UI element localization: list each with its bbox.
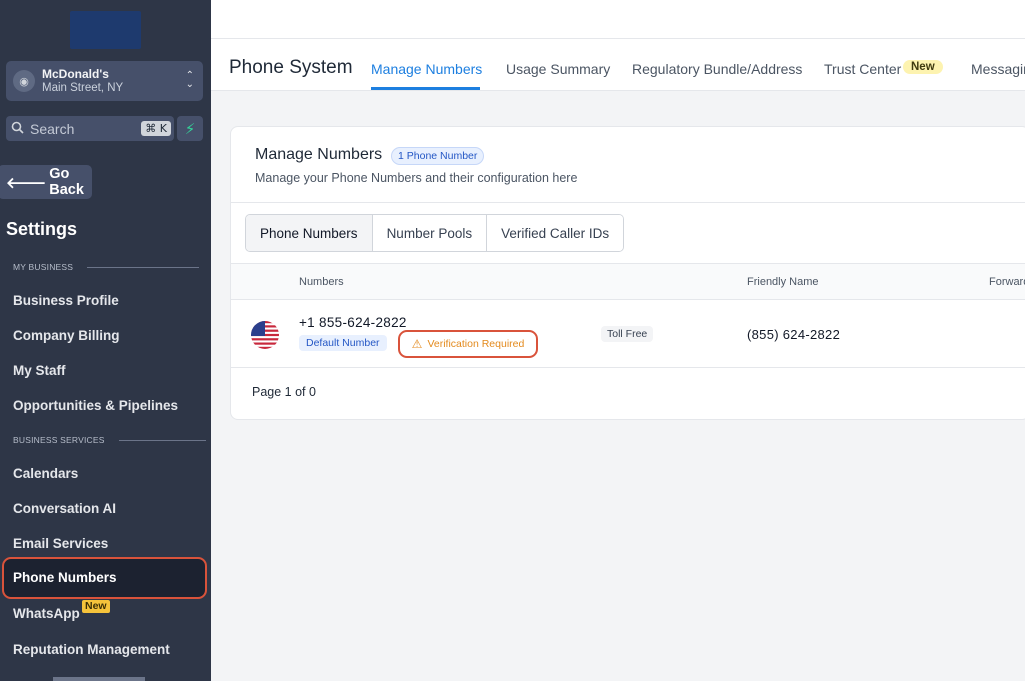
- column-numbers: Numbers: [299, 276, 344, 288]
- company-logo: [70, 11, 141, 49]
- sidebar-item-conversation-ai[interactable]: Conversation AI: [13, 501, 116, 516]
- search-icon: [11, 121, 27, 137]
- tab-manage-numbers[interactable]: Manage Numbers: [371, 61, 482, 77]
- top-bar: [211, 0, 1025, 39]
- go-back-label: Go Back: [49, 166, 84, 198]
- warning-icon: ⚠: [411, 337, 423, 351]
- chevron-updown-icon: ⌃ ⌄: [185, 70, 194, 90]
- phone-system-header: Phone System Manage Numbers Usage Summar…: [211, 39, 1025, 91]
- sidebar-item-reputation[interactable]: Reputation Management: [13, 642, 170, 657]
- sidebar-item-business-profile[interactable]: Business Profile: [13, 293, 119, 308]
- sidebar: ◉ McDonald's Main Street, NY ⌃ ⌄ Search ⌘…: [0, 0, 211, 681]
- tab-usage-summary[interactable]: Usage Summary: [506, 61, 610, 77]
- tab-verified-caller-ids[interactable]: Verified Caller IDs: [487, 215, 624, 251]
- verification-label: Verification Required: [427, 338, 525, 350]
- column-friendly-name: Friendly Name: [747, 276, 819, 288]
- default-number-badge: Default Number: [299, 335, 387, 351]
- sidebar-item-calendars[interactable]: Calendars: [13, 466, 78, 481]
- tab-phone-numbers[interactable]: Phone Numbers: [246, 215, 373, 251]
- sidebar-item-label: Phone Numbers: [13, 570, 117, 585]
- sidebar-item-phone-numbers[interactable]: Phone Numbers: [2, 557, 207, 599]
- section-business-services: BUSINESS SERVICES: [13, 435, 206, 445]
- sidebar-item-my-staff[interactable]: My Staff: [13, 363, 66, 378]
- arrow-left-icon: 🡐: [6, 174, 47, 192]
- pagination: Page 1 of 0: [252, 385, 316, 399]
- location-pin-icon: ◉: [13, 70, 35, 92]
- tab-number-pools[interactable]: Number Pools: [372, 215, 488, 251]
- phone-number: +1 855-624-2822: [299, 315, 407, 330]
- location-name: McDonald's: [42, 67, 109, 81]
- page-title: Phone System: [229, 57, 353, 78]
- table-row[interactable]: +1 855-624-2822 Default Number ⚠ Verific…: [231, 301, 1025, 368]
- settings-title: Settings: [6, 219, 78, 239]
- segment-tabs: Phone Numbers Number Pools Verified Call…: [245, 214, 625, 252]
- active-tab-indicator: [371, 87, 480, 90]
- search-placeholder: Search: [30, 120, 75, 137]
- sidebar-item-opportunities[interactable]: Opportunities & Pipelines: [13, 398, 178, 413]
- card-title: Manage Numbers: [255, 146, 383, 163]
- location-address: Main Street, NY: [42, 82, 124, 94]
- tab-trust-center[interactable]: Trust Center: [824, 61, 901, 77]
- sidebar-item-email-services[interactable]: Email Services: [13, 536, 108, 551]
- us-flag-icon: [251, 321, 279, 349]
- sidebar-scrollbar[interactable]: [53, 677, 145, 681]
- tab-messaging[interactable]: Messaging: [971, 61, 1025, 77]
- phone-count-badge: 1 Phone Number: [391, 147, 485, 165]
- table-header: Numbers Friendly Name Forwarding: [231, 263, 1025, 300]
- quick-actions-bolt-icon[interactable]: ⚡: [177, 116, 203, 141]
- tab-regulatory-bundle[interactable]: Regulatory Bundle/Address: [632, 61, 802, 77]
- whatsapp-new-badge: New: [82, 600, 110, 613]
- section-label: MY BUSINESS: [13, 262, 74, 272]
- column-forwarding: Forwarding: [989, 276, 1025, 288]
- divider: [231, 202, 1025, 203]
- sidebar-item-whatsapp[interactable]: WhatsApp: [13, 606, 80, 621]
- section-my-business: MY BUSINESS: [13, 262, 200, 272]
- go-back-button[interactable]: 🡐 Go Back: [0, 165, 92, 199]
- trust-center-new-badge: New: [903, 60, 943, 74]
- number-type-badge: Toll Free: [601, 326, 654, 342]
- search-box[interactable]: Search ⌘ K: [6, 116, 174, 141]
- card-subtitle: Manage your Phone Numbers and their conf…: [255, 171, 578, 185]
- friendly-name: (855) 624-2822: [747, 327, 841, 342]
- manage-numbers-card: Manage Numbers 1 Phone Number Manage you…: [230, 126, 1025, 420]
- search-shortcut: ⌘ K: [141, 121, 171, 136]
- location-switcher[interactable]: ◉ McDonald's Main Street, NY ⌃ ⌄: [6, 61, 203, 101]
- verification-required-badge[interactable]: ⚠ Verification Required: [398, 330, 538, 358]
- sidebar-item-company-billing[interactable]: Company Billing: [13, 328, 120, 343]
- section-label: BUSINESS SERVICES: [13, 435, 105, 445]
